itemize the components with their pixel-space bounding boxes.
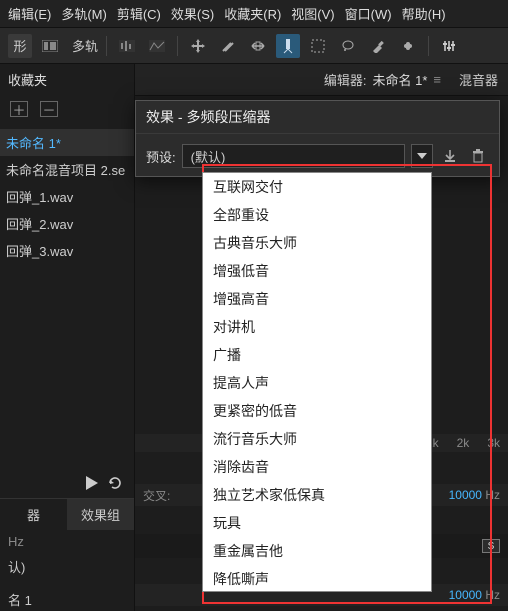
preset-option[interactable]: 互联网交付	[203, 173, 431, 201]
left-panel: 收藏夹 ＋ － 未命名 1* 未命名混音项目 2.se 回弹_1.wav 回弹_…	[0, 64, 135, 611]
brush-tool-icon[interactable]	[366, 34, 390, 58]
play-icon[interactable]	[86, 476, 98, 490]
preset-option[interactable]: 重金属吉他	[203, 537, 431, 565]
delete-preset-icon[interactable]	[467, 144, 489, 168]
axis-tick: 3k	[487, 436, 500, 450]
preset-option[interactable]: 全部重设	[203, 201, 431, 229]
spectral-display-icon[interactable]	[115, 34, 139, 58]
menu-bar: 编辑(E) 多轨(M) 剪辑(C) 效果(S) 收藏夹(R) 视图(V) 窗口(…	[0, 0, 508, 28]
editor-label: 编辑器:	[324, 70, 367, 89]
menu-effects[interactable]: 效果(S)	[171, 4, 214, 23]
preset-option[interactable]: 增强高音	[203, 285, 431, 313]
menu-window[interactable]: 窗口(W)	[345, 4, 392, 23]
pitch-display-icon[interactable]	[145, 34, 169, 58]
preset-option[interactable]: 增强低音	[203, 257, 431, 285]
file-item[interactable]: 未命名混音项目 2.se	[0, 156, 134, 183]
settings-slider-icon[interactable]	[437, 34, 461, 58]
transport-controls	[0, 468, 134, 498]
preset-option[interactable]: 更紧密的低音	[203, 397, 431, 425]
preset-option[interactable]: 对讲机	[203, 313, 431, 341]
file-item[interactable]: 回弹_1.wav	[0, 183, 134, 210]
chevron-down-icon	[417, 153, 427, 159]
tab-multitrack[interactable]: 多轨	[72, 36, 98, 55]
freq-axis-label: Hz	[0, 530, 134, 553]
time-selection-tool-icon[interactable]	[276, 34, 300, 58]
remove-file-icon[interactable]: －	[40, 101, 58, 117]
menu-help[interactable]: 帮助(H)	[402, 4, 446, 23]
save-preset-icon[interactable]	[439, 144, 461, 168]
view-mode-icon[interactable]	[38, 34, 62, 58]
preset-option[interactable]: 广播	[203, 341, 431, 369]
axis-tick: 2k	[457, 436, 470, 450]
preset-dropdown-button[interactable]	[411, 144, 433, 168]
razor-tool-icon[interactable]	[216, 34, 240, 58]
menu-cut[interactable]: 剪辑(C)	[117, 4, 161, 23]
preset-dropdown-list[interactable]: 互联网交付 全部重设 古典音乐大师 增强低音 增强高音 对讲机 广播 提高人声 …	[202, 172, 432, 592]
hz-unit: Hz	[485, 488, 500, 502]
crossover-hz-value-2[interactable]: 10000	[449, 588, 482, 602]
file-list: 未命名 1* 未命名混音项目 2.se 回弹_1.wav 回弹_2.wav 回弹…	[0, 129, 134, 264]
marquee-tool-icon[interactable]	[306, 34, 330, 58]
preset-value: (默认)	[191, 147, 226, 166]
preset-option[interactable]: 独立艺术家低保真	[203, 481, 431, 509]
preset-option[interactable]: 提高人声	[203, 369, 431, 397]
loop-icon[interactable]	[108, 476, 124, 490]
track-name-truncated: 名 1	[0, 586, 134, 611]
preset-option[interactable]: 消除齿音	[203, 453, 431, 481]
add-file-icon[interactable]: ＋	[10, 101, 28, 117]
file-item[interactable]: 回弹_2.wav	[0, 210, 134, 237]
toolbar: 形 多轨	[0, 28, 508, 64]
hz-unit: Hz	[485, 588, 500, 602]
lasso-tool-icon[interactable]	[336, 34, 360, 58]
doc-menu-chevron-icon[interactable]: ≡	[433, 72, 441, 87]
tab-favorites[interactable]: 收藏夹	[8, 70, 47, 89]
menu-view[interactable]: 视图(V)	[291, 4, 334, 23]
effects-dialog: 效果 - 多频段压缩器 预设: (默认) 互联网交付 全部重设	[135, 100, 500, 177]
menu-edit[interactable]: 编辑(E)	[8, 4, 51, 23]
crossover-hz-value[interactable]: 10000	[449, 488, 482, 502]
right-panel: 编辑器: 未命名 1* ≡ 混音器 1k 2k 3k 交叉: 10000 Hz …	[135, 64, 508, 611]
preset-default-truncated: 认)	[0, 553, 134, 580]
editor-doc-name[interactable]: 未命名 1*	[372, 70, 427, 89]
file-item[interactable]: 回弹_3.wav	[0, 237, 134, 264]
preset-option[interactable]: 降低嘶声	[203, 565, 431, 592]
dialog-title: 效果 - 多频段压缩器	[136, 101, 499, 134]
bottom-tab-mixer[interactable]: 器	[0, 499, 67, 530]
preset-select[interactable]: (默认)	[182, 144, 405, 168]
tab-waveform[interactable]: 形	[8, 34, 32, 58]
preset-option[interactable]: 玩具	[203, 509, 431, 537]
slip-tool-icon[interactable]	[246, 34, 270, 58]
tab-mixer[interactable]: 混音器	[459, 70, 498, 89]
menu-favorites[interactable]: 收藏夹(R)	[224, 4, 281, 23]
file-item[interactable]: 未命名 1*	[0, 129, 134, 156]
crossover-label: 交叉:	[143, 487, 170, 504]
bottom-tab-fxgroup[interactable]: 效果组	[67, 499, 134, 530]
preset-option[interactable]: 流行音乐大师	[203, 425, 431, 453]
preset-label: 预设:	[146, 147, 176, 166]
preset-option[interactable]: 古典音乐大师	[203, 229, 431, 257]
menu-multitrack[interactable]: 多轨(M)	[61, 4, 107, 23]
move-tool-icon[interactable]	[186, 34, 210, 58]
heal-tool-icon[interactable]	[396, 34, 420, 58]
solo-button[interactable]: S	[482, 539, 500, 553]
